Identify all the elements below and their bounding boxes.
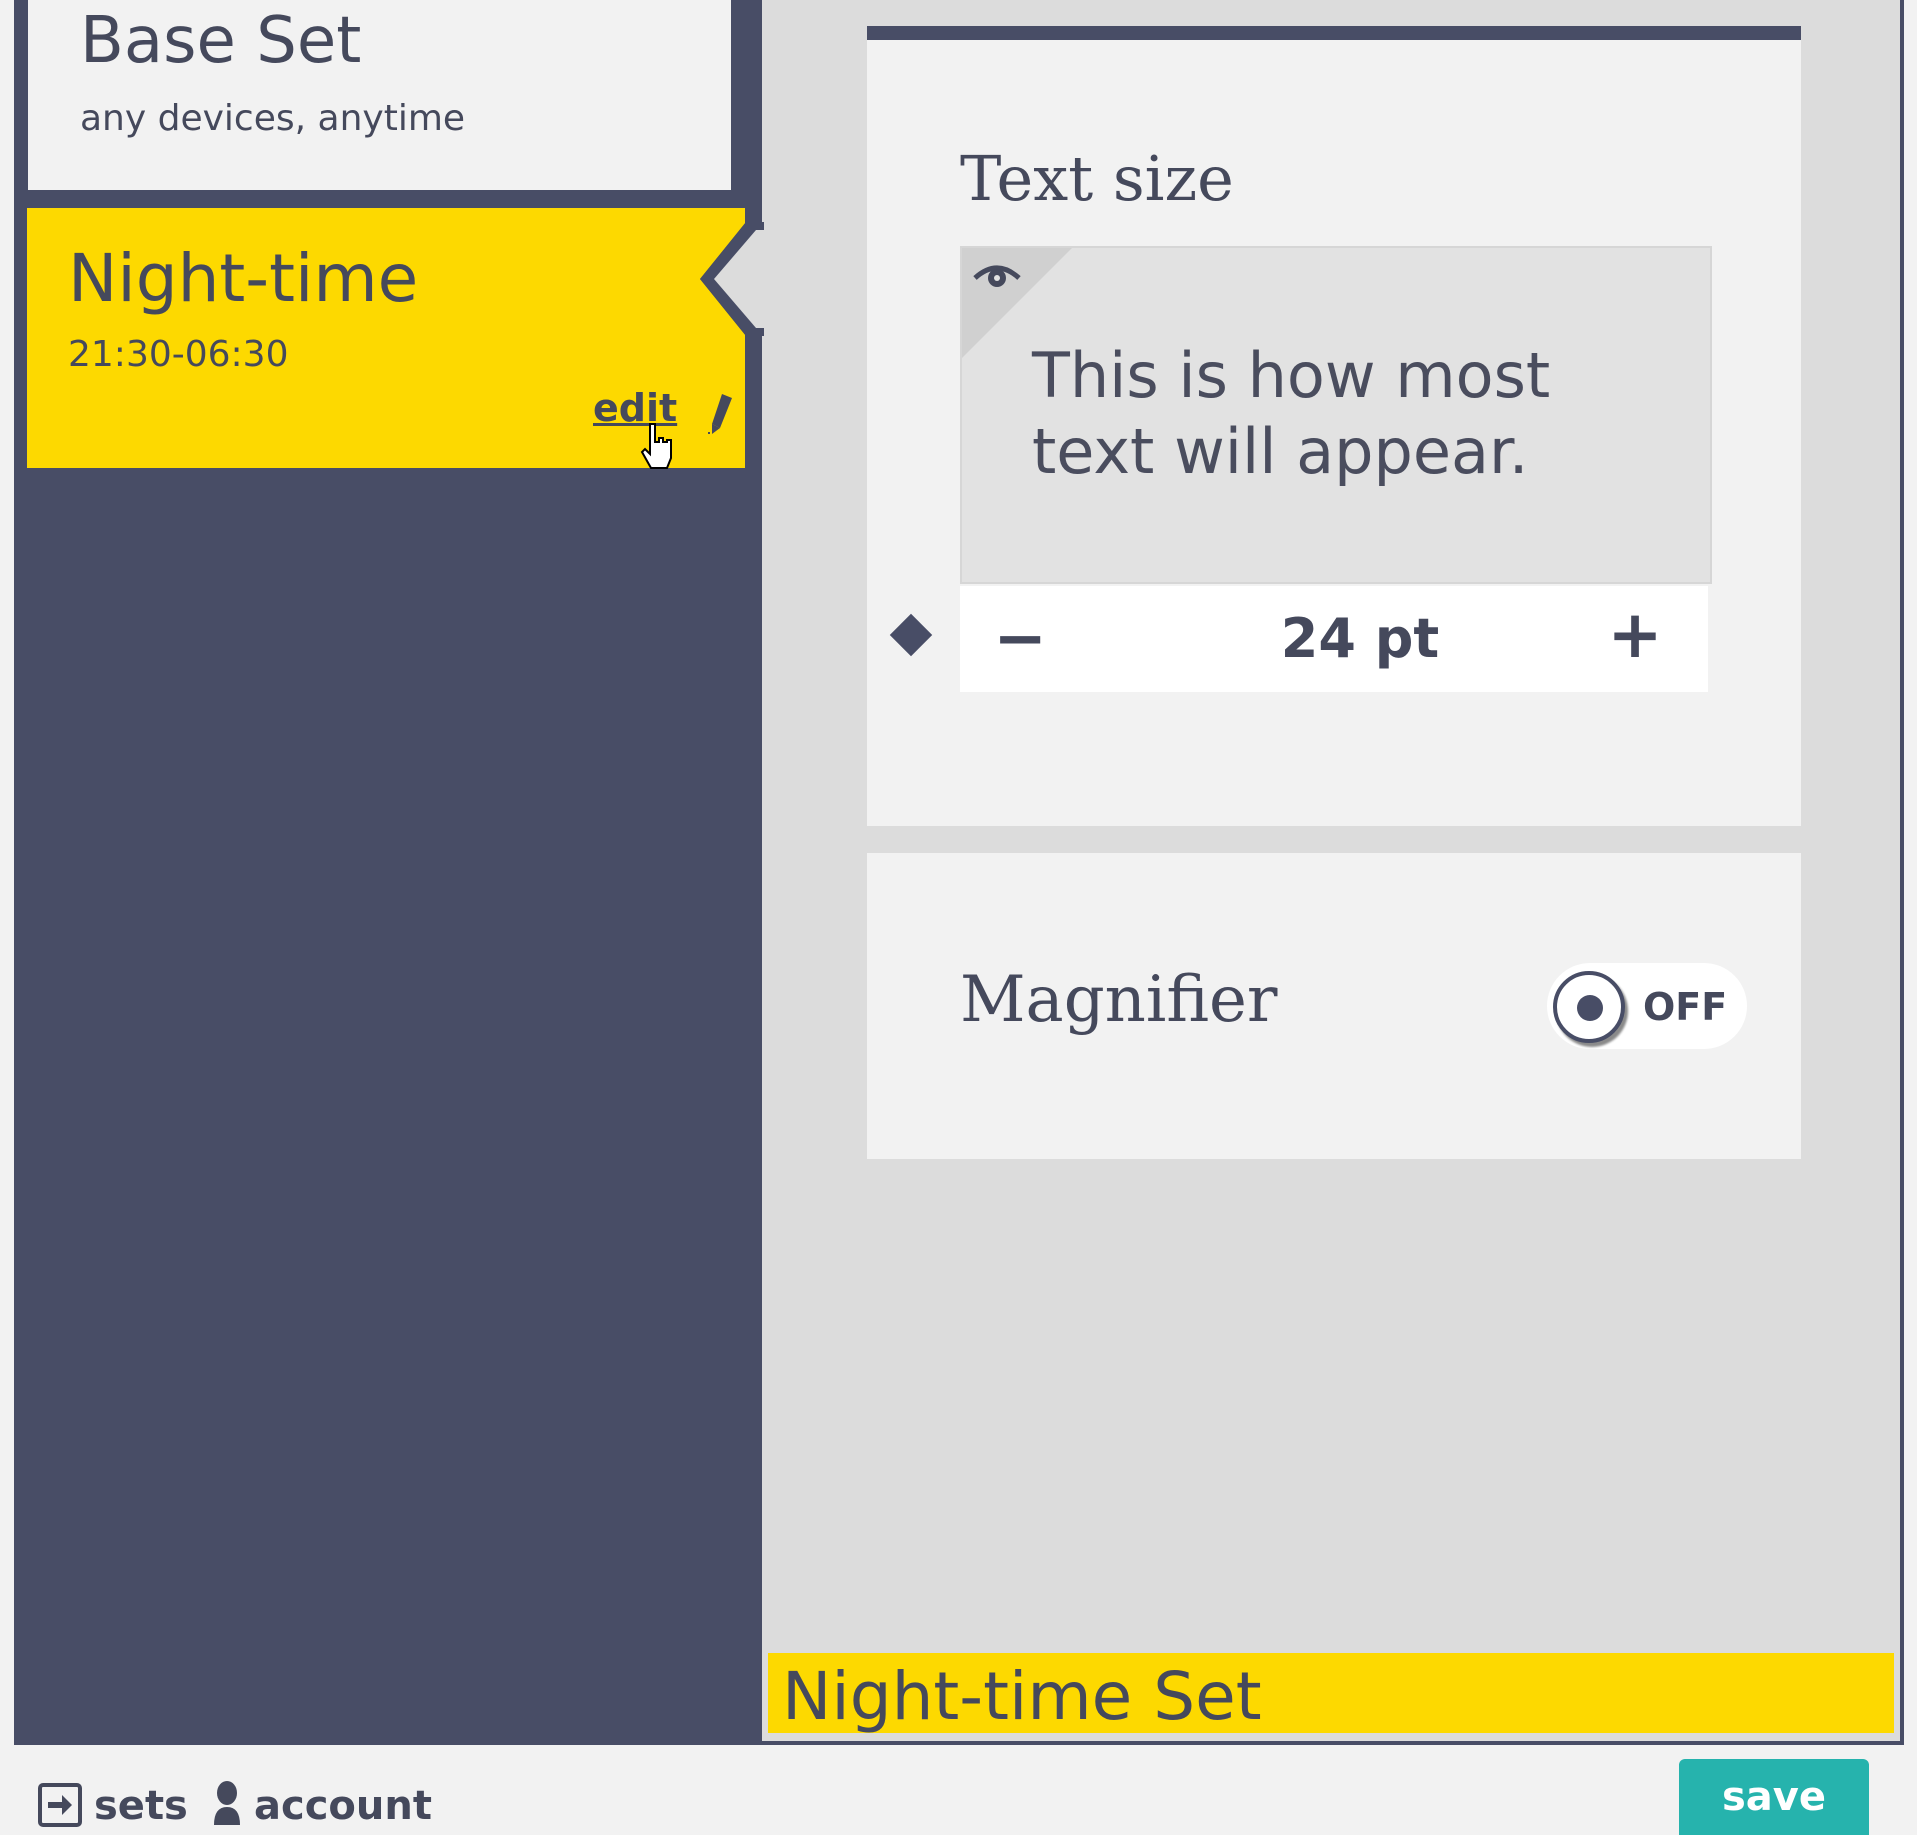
set-title: Base Set [80,4,362,78]
set-subtitle: any devices, anytime [80,98,466,139]
text-size-heading: Text size [960,142,1234,215]
sets-label: sets [94,1783,188,1829]
text-size-value: 24 pt [1280,607,1440,670]
preview-text: This is how most text will appear. [1032,339,1551,488]
bottom-bar: sets account save [0,1745,1917,1835]
current-set-banner: Night-time Set [768,1653,1894,1735]
set-title: Night-time [68,240,419,317]
magnifier-toggle[interactable]: OFF [1547,963,1747,1049]
magnifier-panel: Magnifier OFF [867,853,1801,1159]
text-size-stepper: − 24 pt + [960,586,1708,692]
pencil-icon [708,394,732,434]
selection-pointer [700,222,764,336]
toggle-state: OFF [1643,985,1728,1029]
text-preview: This is how most text will appear. [960,246,1712,584]
set-card-base[interactable]: Base Set any devices, anytime [14,0,731,190]
decrease-button[interactable]: − [990,604,1050,674]
toggle-dot [1577,995,1603,1021]
sets-icon [38,1783,82,1827]
account-label: account [254,1783,432,1829]
toggle-knob [1553,971,1625,1043]
set-card-night-time[interactable]: Night-time 21:30-06:30 edit [27,208,745,468]
current-set-name: Night-time Set [782,1658,1262,1735]
hand-cursor-icon [640,423,672,469]
eye-icon [973,265,1021,287]
save-button[interactable]: save [1679,1759,1869,1835]
text-size-panel: Text size This is how most text will app… [867,26,1801,826]
set-subtitle: 21:30-06:30 [68,334,289,375]
increase-button[interactable]: + [1600,600,1670,670]
magnifier-label: Magnifier [960,963,1278,1037]
user-icon [214,1781,240,1825]
